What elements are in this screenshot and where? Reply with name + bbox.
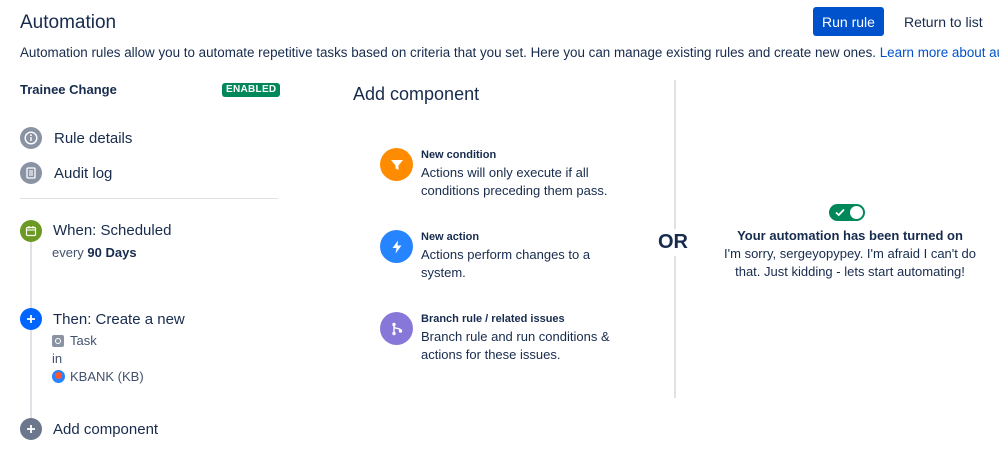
then-in-label: in [52, 351, 63, 366]
run-rule-button[interactable]: Run rule [813, 7, 884, 36]
page-description: Automation rules allow you to automate r… [20, 45, 999, 60]
add-component-step[interactable]: Add component [53, 421, 158, 438]
or-label: OR [658, 229, 688, 256]
page-title: Automation [20, 12, 117, 33]
task-icon [52, 334, 64, 347]
description-text: Automation rules allow you to automate r… [20, 45, 876, 60]
automation-toggle[interactable] [829, 204, 865, 221]
automation-status-title: Your automation has been turned on [737, 228, 963, 243]
when-step-title[interactable]: When: Scheduled [53, 222, 171, 239]
nav-audit-log[interactable]: Audit log [20, 162, 112, 184]
check-icon [835, 208, 845, 217]
option-name: New condition [421, 149, 497, 161]
divider [20, 198, 278, 199]
when-step-schedule: every 90 Days [52, 245, 137, 260]
new-action-option[interactable]: New action Actions perform changes to a … [380, 230, 611, 282]
add-component-plus-icon[interactable] [20, 418, 42, 440]
then-project: KBANK (KB) [52, 369, 144, 384]
filter-icon [380, 148, 413, 181]
then-step-title[interactable]: Then: Create a new [53, 311, 185, 328]
nav-rule-details[interactable]: Rule details [20, 127, 132, 149]
schedule-value: 90 Days [87, 245, 137, 260]
plus-icon[interactable] [20, 308, 42, 330]
automation-status-message: I'm sorry, sergeyopypey. I'm afraid I ca… [724, 246, 976, 279]
branch-rule-option[interactable]: Branch rule / related issues Branch rule… [380, 312, 611, 364]
option-description: Actions will only execute if all conditi… [421, 165, 608, 198]
option-description: Branch rule and run conditions & actions… [421, 329, 610, 362]
timeline-line [30, 240, 32, 430]
calendar-icon[interactable] [20, 220, 42, 242]
lightning-icon [380, 230, 413, 263]
info-icon [20, 127, 42, 149]
status-badge: ENABLED [222, 83, 281, 97]
toggle-knob [850, 206, 863, 219]
learn-more-link[interactable]: Learn more about automat [880, 45, 999, 60]
add-component-title: Add component [353, 84, 480, 104]
branch-icon [380, 312, 413, 345]
rule-name: Trainee Change [20, 82, 117, 97]
option-name: Branch rule / related issues [421, 313, 565, 325]
new-condition-option[interactable]: New condition Actions will only execute … [380, 148, 611, 200]
document-icon [20, 162, 42, 184]
nav-rule-details-label: Rule details [54, 129, 133, 147]
issue-type-label: Task [70, 333, 97, 348]
option-description: Actions perform changes to a system. [421, 247, 591, 280]
return-to-list-button[interactable]: Return to list [896, 7, 991, 36]
option-name: New action [421, 231, 480, 243]
project-avatar-icon [52, 370, 65, 383]
then-issue-type: Task [52, 333, 97, 348]
schedule-prefix: every [52, 245, 84, 260]
nav-audit-log-label: Audit log [54, 164, 113, 182]
project-label: KBANK (KB) [70, 369, 144, 384]
